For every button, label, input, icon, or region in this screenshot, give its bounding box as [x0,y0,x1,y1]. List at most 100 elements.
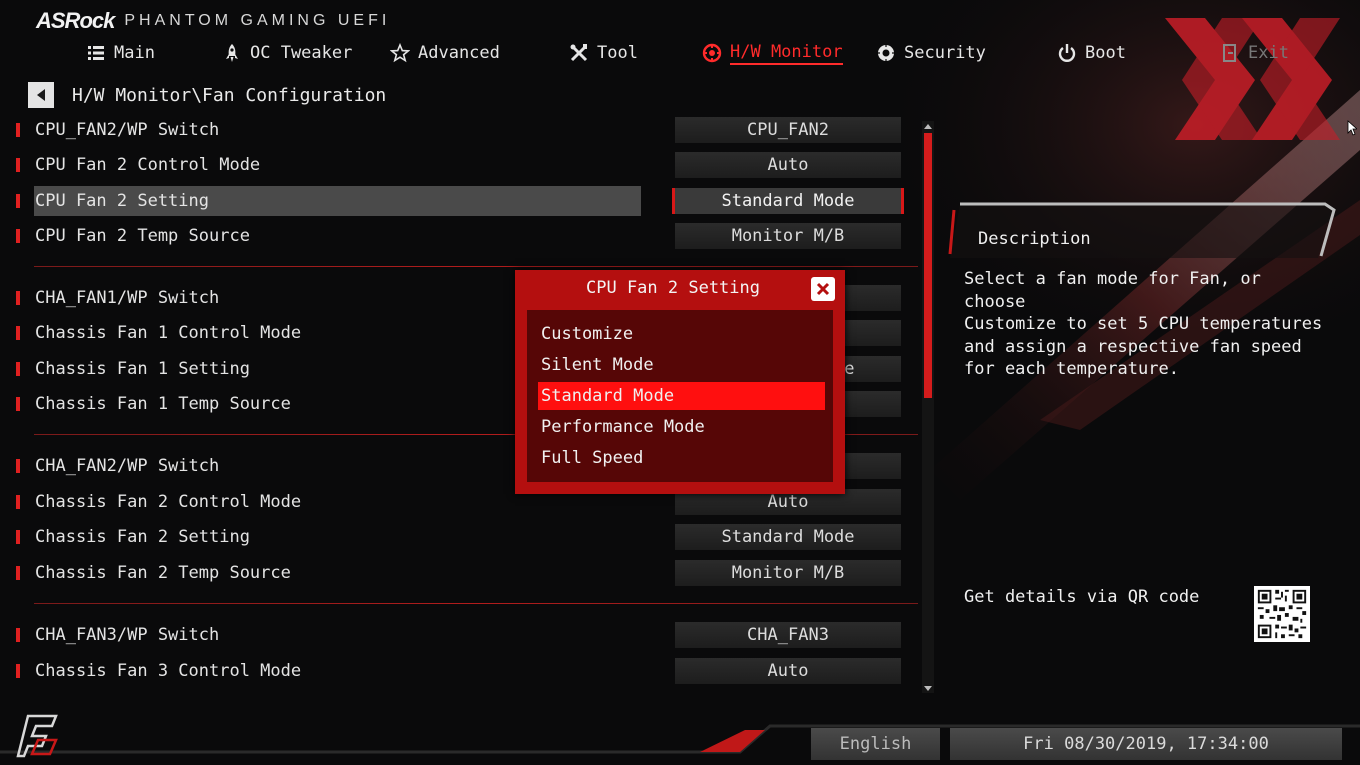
scrollbar[interactable] [922,121,934,693]
rocket-icon [226,44,238,62]
shield-gear-icon [877,44,895,62]
nav-security[interactable]: Security [876,38,986,68]
setting-value[interactable]: Auto [675,152,901,178]
nav-boot[interactable]: Boot [1057,38,1126,68]
row-marker [16,158,20,172]
top-nav: Main OC Tweaker Advanced Tool H/W Monito… [0,38,1360,68]
setting-row[interactable]: CPU Fan 2 Temp Source Monitor M/B [0,221,920,251]
setting-value[interactable]: Auto [675,658,901,684]
divider [34,603,918,604]
breadcrumb-path: H/W Monitor\Fan Configuration [72,84,387,106]
caret-up-icon [924,123,932,129]
brand-subtitle: PHANTOM GAMING UEFI [124,12,391,29]
setting-label: Chassis Fan 2 Setting [35,527,250,547]
setting-label: CPU Fan 2 Temp Source [35,226,250,246]
setting-value[interactable]: Monitor M/B [675,560,901,586]
close-icon [816,282,830,296]
nav-hw-monitor[interactable]: H/W Monitor [702,38,843,68]
setting-value[interactable]: CPU_FAN2 [675,117,901,143]
row-marker [16,495,20,509]
description-title: Description [978,229,1091,249]
qr-label: Get details via QR code [964,587,1200,607]
nav-advanced-label: Advanced [418,43,500,63]
nav-tool[interactable]: Tool [569,38,638,68]
nav-oc-tweaker[interactable]: OC Tweaker [222,38,352,68]
setting-value[interactable]: CHA_FAN3 [675,622,901,648]
description-line: Select a fan mode for Fan, or choose [964,269,1261,312]
setting-label: Chassis Fan 1 Temp Source [35,394,291,414]
scroll-up-button[interactable] [922,121,934,131]
nav-exit-label: Exit [1248,43,1289,63]
setting-row[interactable]: CPU Fan 2 Control Mode Auto [0,150,920,180]
option-popup: CPU Fan 2 Setting Customize Silent Mode … [515,270,845,494]
brand-name: ASRock [36,8,115,33]
setting-label: Chassis Fan 1 Setting [35,359,250,379]
setting-value[interactable]: Monitor M/B [675,223,901,249]
list-icon [88,46,104,60]
row-marker [16,628,20,642]
popup-option[interactable]: Silent Mode [538,351,825,379]
arrow-left-icon [37,89,45,101]
row-marker [16,123,20,137]
mouse-cursor-icon [1347,120,1357,136]
row-marker [16,291,20,305]
setting-label: CHA_FAN1/WP Switch [35,288,220,308]
scroll-down-button[interactable] [922,683,934,693]
row-marker [16,194,20,208]
setting-row[interactable]: Chassis Fan 2 Temp Source Monitor M/B [0,558,920,588]
caret-down-icon [924,685,932,691]
setting-row[interactable]: Chassis Fan 2 Setting Standard Mode [0,522,920,552]
breadcrumb: H/W Monitor\Fan Configuration [28,82,386,108]
setting-label: CPU_FAN2/WP Switch [35,120,220,140]
setting-value[interactable]: Standard Mode [672,188,904,214]
nav-tool-label: Tool [597,43,638,63]
setting-label: Chassis Fan 2 Temp Source [35,563,291,583]
qr-code-icon[interactable] [1254,586,1310,642]
setting-label: Chassis Fan 1 Control Mode [35,323,302,343]
exit-door-icon [1223,44,1236,62]
setting-label: CHA_FAN2/WP Switch [35,456,220,476]
setting-row[interactable]: CHA_FAN3/WP Switch CHA_FAN3 [0,620,920,650]
power-icon [1058,44,1076,62]
setting-row[interactable]: Chassis Fan 3 Control Mode Auto [0,656,920,686]
row-marker [16,362,20,376]
nav-oc-tweaker-label: OC Tweaker [250,43,353,63]
row-marker [16,229,20,243]
language-button[interactable]: English [811,728,940,760]
nav-hw-monitor-label: H/W Monitor [730,42,843,65]
star-icon [390,43,410,63]
divider [34,266,918,267]
nav-main-label: Main [114,43,155,63]
description-body: Select a fan mode for Fan, or choose Cus… [964,268,1324,381]
popup-title: CPU Fan 2 Setting [586,278,760,298]
popup-option[interactable]: Full Speed [538,444,825,472]
popup-option[interactable]: Customize [538,320,825,348]
row-marker [16,326,20,340]
row-marker [16,530,20,544]
popup-option[interactable]: Performance Mode [538,413,825,441]
datetime-display: Fri 08/30/2019, 17:34:00 [950,728,1342,760]
popup-option-list: Customize Silent Mode Standard Mode Perf… [527,310,833,482]
phantom-gaming-logo [16,714,58,758]
setting-label: Chassis Fan 2 Control Mode [35,492,302,512]
setting-row[interactable]: CPU Fan 2 Setting Standard Mode [0,186,920,216]
popup-close-button[interactable] [811,277,835,301]
brand-logo: ASRock PHANTOM GAMING UEFI [36,8,390,34]
setting-value[interactable]: Standard Mode [675,524,901,550]
row-marker [16,397,20,411]
nav-main[interactable]: Main [86,38,155,68]
nav-advanced[interactable]: Advanced [390,38,500,68]
description-line: and assign a respective fan speed [964,336,1302,357]
row-marker [16,664,20,678]
setting-label: CPU Fan 2 Control Mode [35,155,261,175]
setting-label: Chassis Fan 3 Control Mode [35,661,302,681]
setting-label: CPU Fan 2 Setting [34,186,641,216]
setting-label: CHA_FAN3/WP Switch [35,625,220,645]
scrollbar-thumb[interactable] [924,133,932,398]
nav-security-label: Security [904,43,986,63]
popup-option-selected[interactable]: Standard Mode [538,382,825,410]
row-marker [16,459,20,473]
back-button[interactable] [28,82,54,108]
nav-exit[interactable]: Exit [1220,38,1289,68]
setting-row[interactable]: CPU_FAN2/WP Switch CPU_FAN2 [0,115,920,145]
